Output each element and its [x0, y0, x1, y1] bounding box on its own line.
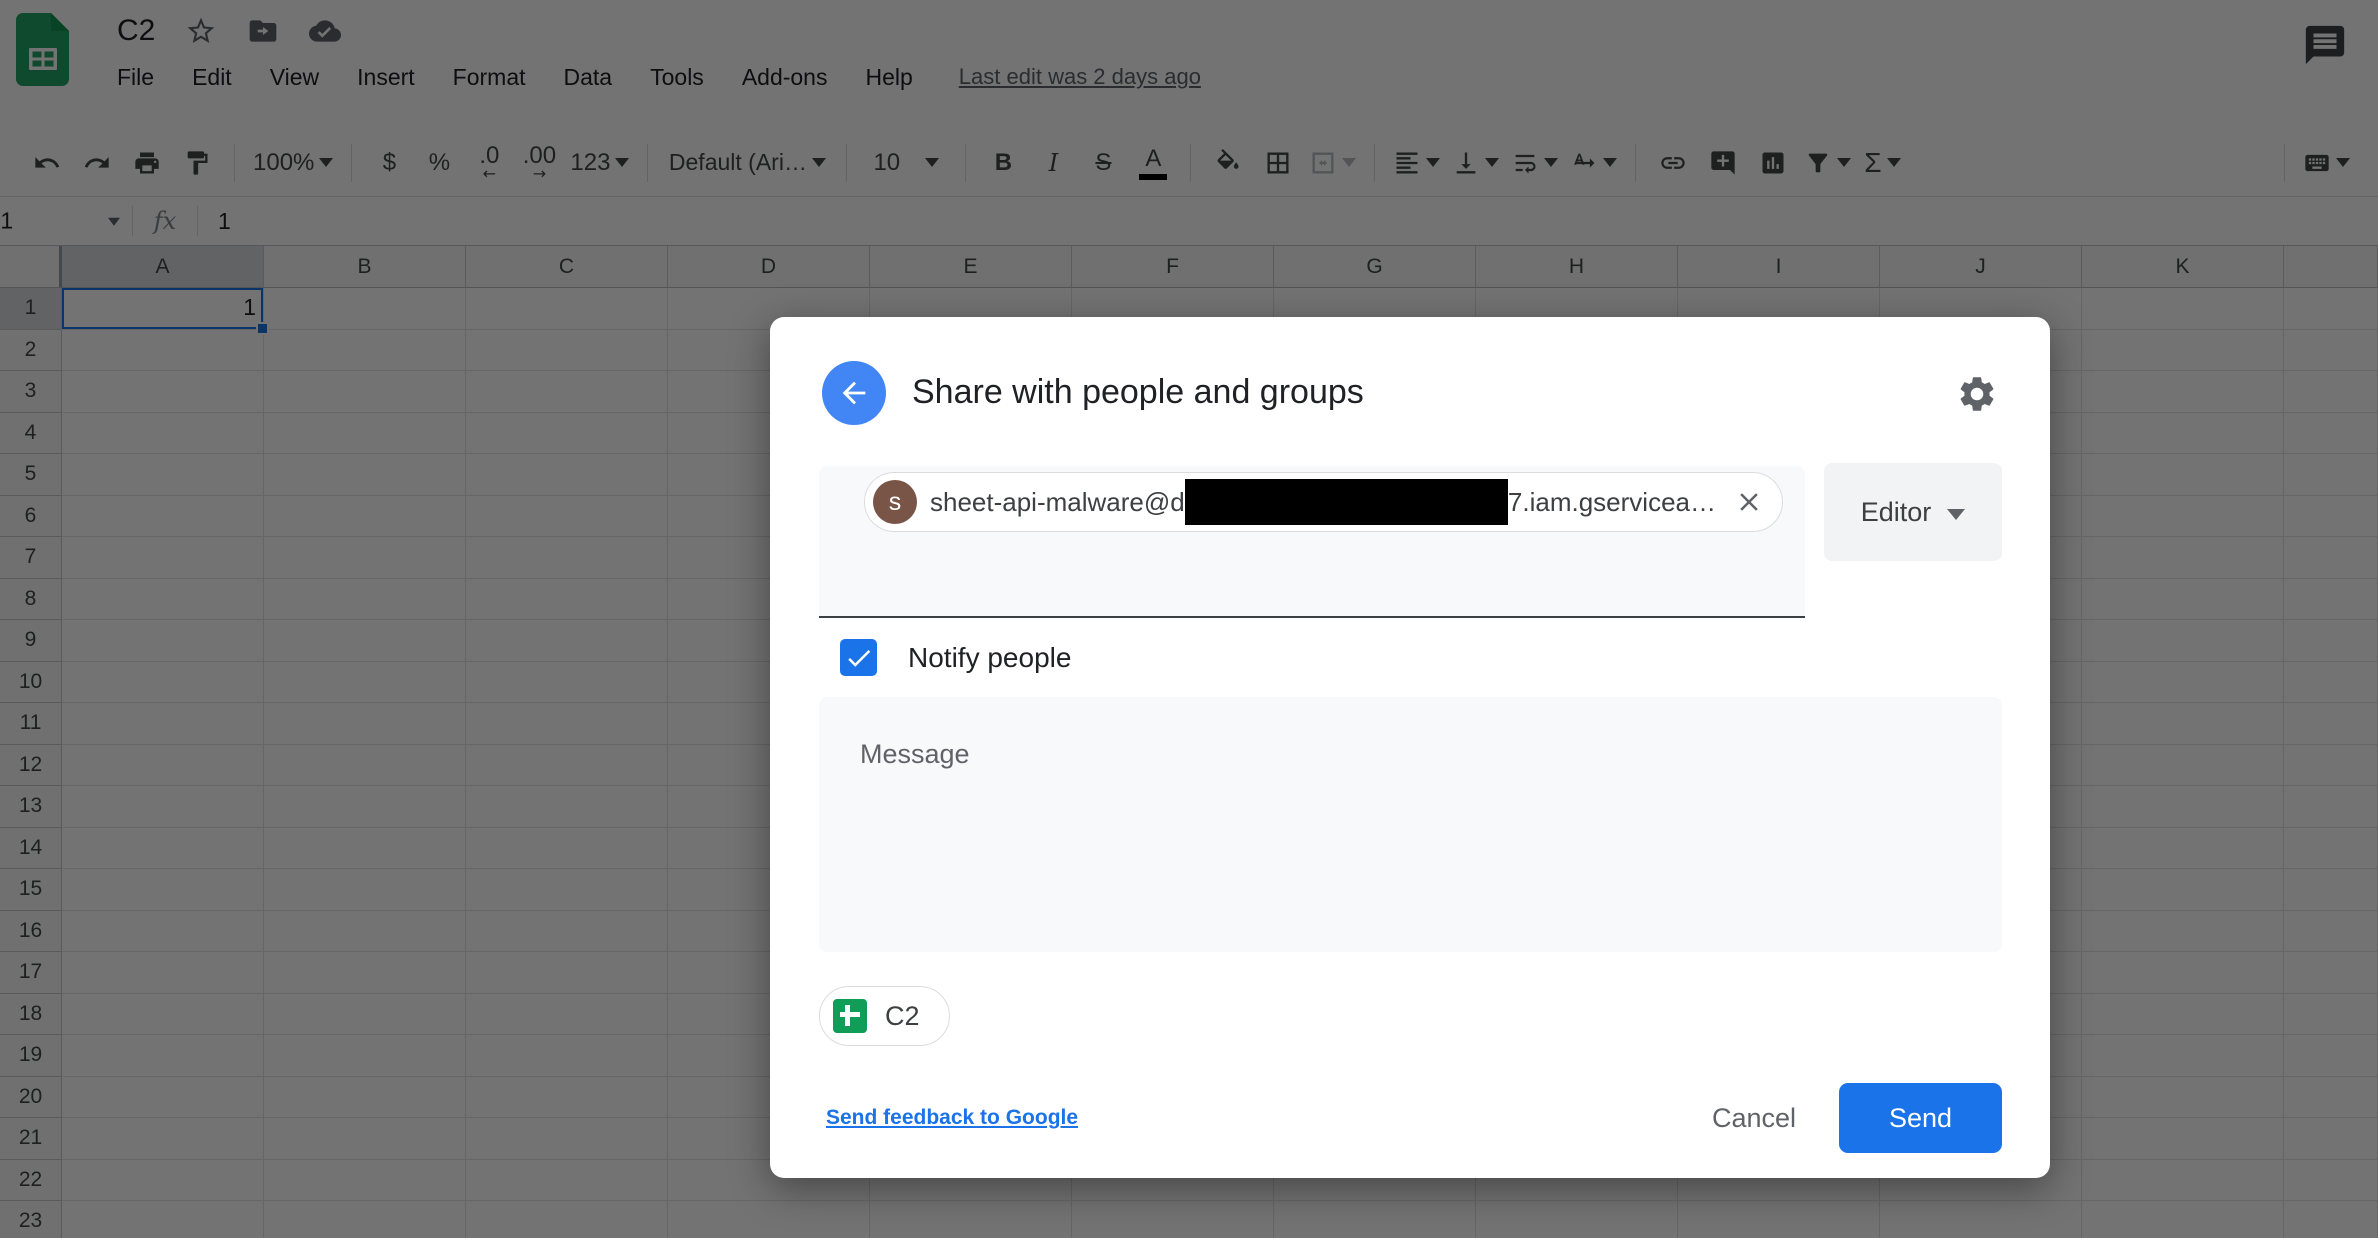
- share-dialog: Share with people and groups s sheet-api…: [770, 317, 2050, 1178]
- send-feedback-link[interactable]: Send feedback to Google: [826, 1106, 1078, 1130]
- redaction-bar: [1185, 479, 1508, 525]
- notify-checkbox[interactable]: [840, 639, 877, 676]
- checkmark-icon: [844, 643, 874, 673]
- file-chip-label: C2: [885, 1001, 920, 1032]
- file-chip[interactable]: C2: [819, 986, 950, 1046]
- chevron-down-icon: [1947, 509, 1965, 520]
- dialog-title: Share with people and groups: [912, 373, 1364, 412]
- sheets-file-icon: [833, 999, 867, 1033]
- recipient-chip[interactable]: s sheet-api-malware@d 7.iam.gservicea…: [864, 472, 1783, 532]
- notify-label: Notify people: [908, 642, 1071, 674]
- cancel-button[interactable]: Cancel: [1689, 1083, 1819, 1153]
- message-field: [819, 697, 2002, 952]
- role-selector[interactable]: Editor: [1824, 463, 2002, 561]
- avatar: s: [873, 480, 917, 524]
- recipient-email-suffix: 7.iam.gservicea…: [1508, 487, 1716, 518]
- gear-icon[interactable]: [1956, 373, 1998, 415]
- role-selector-value: Editor: [1861, 497, 1932, 528]
- close-icon[interactable]: [1734, 487, 1764, 517]
- message-input[interactable]: [819, 697, 2002, 952]
- back-arrow-icon: [837, 376, 871, 410]
- send-button[interactable]: Send: [1839, 1083, 2002, 1153]
- back-button[interactable]: [822, 361, 886, 425]
- notify-row: Notify people: [840, 639, 1071, 676]
- recipient-email-prefix: sheet-api-malware@d: [930, 487, 1185, 518]
- recipients-input[interactable]: s sheet-api-malware@d 7.iam.gservicea…: [819, 466, 1805, 618]
